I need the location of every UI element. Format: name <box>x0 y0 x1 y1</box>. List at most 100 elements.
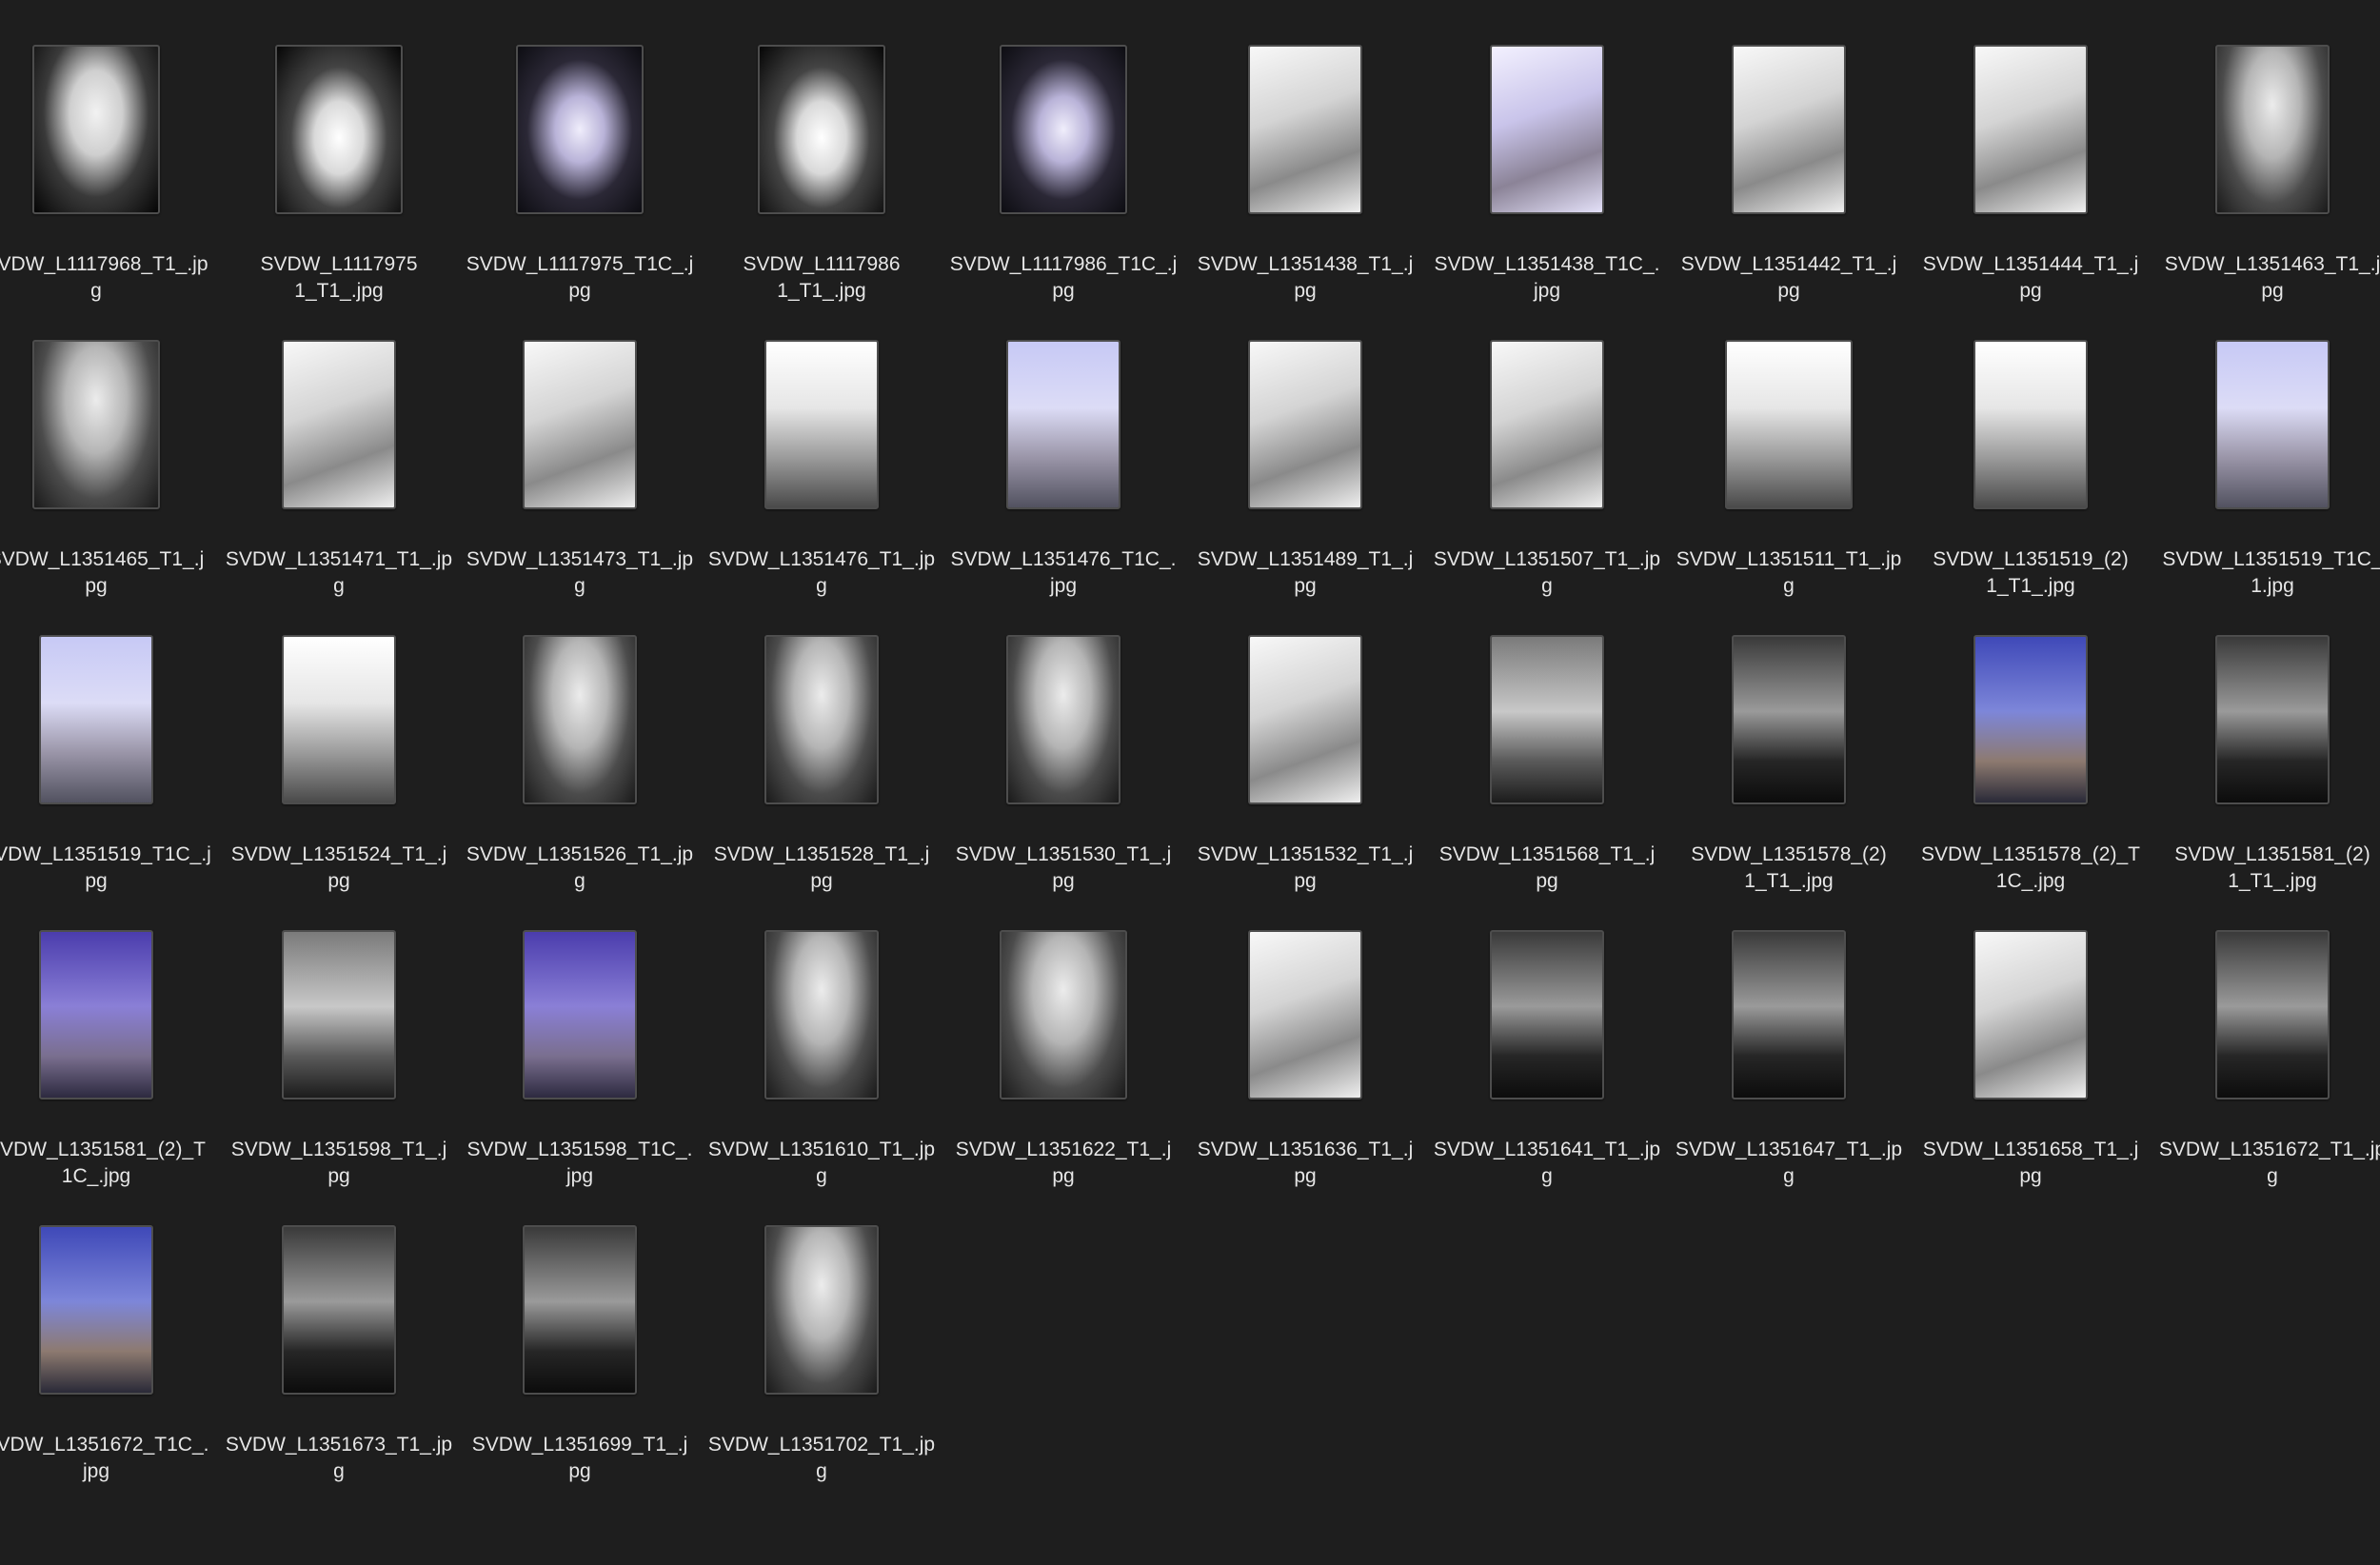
file-name-line: jpg <box>1049 575 1078 597</box>
file-item[interactable]: SVDW_L1351507_T1_.jp g <box>1426 335 1668 621</box>
file-item[interactable]: SVDW_L1117986_T1C_.j pg <box>942 40 1184 326</box>
file-item[interactable]: SVDW_L1351471_T1_.jp g <box>218 335 460 621</box>
file-name-label: SVDW_L1351578_(2)_T 1C_.jpg <box>1904 842 2157 895</box>
file-item[interactable]: SVDW_L1351530_T1_.j pg <box>942 630 1184 916</box>
file-item[interactable]: SVDW_L1351581_(2)_T 1C_.jpg <box>0 925 217 1211</box>
photo-thumbnail[interactable] <box>1000 45 1127 214</box>
file-item[interactable]: SVDW_L1351673_T1_.jp g <box>218 1220 460 1506</box>
file-item[interactable]: SVDW_L1117975_T1C_.j pg <box>459 40 701 326</box>
file-item[interactable]: SVDW_L1351636_T1_.j pg <box>1184 925 1426 1211</box>
file-item[interactable]: SVDW_L1351647_T1_.jp g <box>1668 925 1910 1211</box>
photo-thumbnail[interactable] <box>39 635 153 804</box>
file-item[interactable]: SVDW_L1351473_T1_.jp g <box>459 335 701 621</box>
photo-thumbnail[interactable] <box>523 635 637 804</box>
photo-thumbnail[interactable] <box>282 930 396 1099</box>
photo-thumbnail[interactable] <box>523 930 637 1099</box>
file-item[interactable]: SVDW_L1351598_T1C_. jpg <box>459 925 701 1211</box>
file-item[interactable]: SVDW_L1351524_T1_.j pg <box>218 630 460 916</box>
file-name-line: SVDW_L1351532_T1_.j <box>1197 843 1414 865</box>
photo-thumbnail[interactable] <box>2215 45 2330 214</box>
file-name-line: 1C_.jpg <box>1995 870 2066 892</box>
photo-thumbnail[interactable] <box>1248 45 1362 214</box>
thumbnail-container <box>0 630 217 809</box>
photo-thumbnail[interactable] <box>2215 930 2330 1099</box>
file-item[interactable]: SVDW_L1351568_T1_.j pg <box>1426 630 1668 916</box>
photo-thumbnail[interactable] <box>1973 340 2088 509</box>
photo-thumbnail[interactable] <box>1000 930 1127 1099</box>
photo-thumbnail[interactable] <box>523 1225 637 1395</box>
photo-thumbnail[interactable] <box>282 635 396 804</box>
file-name-line: pg <box>1777 280 1800 302</box>
photo-thumbnail[interactable] <box>39 1225 153 1395</box>
file-item[interactable]: SVDW_L1351476_T1_.jp g <box>701 335 942 621</box>
photo-thumbnail[interactable] <box>764 340 879 509</box>
photo-thumbnail[interactable] <box>1006 635 1121 804</box>
photo-thumbnail[interactable] <box>1973 45 2088 214</box>
file-item[interactable]: SVDW_L1351622_T1_.j pg <box>942 925 1184 1211</box>
file-item[interactable]: SVDW_L1351465_T1_.j pg <box>0 335 217 621</box>
file-item[interactable]: SVDW_L1117968_T1_.jp g <box>0 40 217 326</box>
photo-thumbnail[interactable] <box>764 930 879 1099</box>
file-item[interactable]: SVDW_L1351578_(2)_T 1C_.jpg <box>1910 630 2152 916</box>
photo-thumbnail[interactable] <box>32 45 160 214</box>
photo-thumbnail[interactable] <box>1732 930 1846 1099</box>
file-item[interactable]: SVDW_L1351463_T1_.j pg <box>2152 40 2380 326</box>
file-item[interactable]: SVDW_L1117975 1_T1_.jpg <box>218 40 460 326</box>
photo-thumbnail[interactable] <box>1725 340 1853 509</box>
photo-thumbnail[interactable] <box>1490 635 1604 804</box>
file-item[interactable]: SVDW_L1351438_T1C_. jpg <box>1426 40 1668 326</box>
photo-thumbnail[interactable] <box>2215 635 2330 804</box>
file-item[interactable]: SVDW_L1117986 1_T1_.jpg <box>701 40 942 326</box>
photo-thumbnail[interactable] <box>282 1225 396 1395</box>
photo-thumbnail[interactable] <box>39 930 153 1099</box>
file-item[interactable]: SVDW_L1351702_T1_.jp g <box>701 1220 942 1506</box>
photo-thumbnail[interactable] <box>1490 45 1604 214</box>
photo-thumbnail[interactable] <box>2215 340 2330 509</box>
file-item[interactable]: SVDW_L1351519_T1C_ 1.jpg <box>2152 335 2380 621</box>
photo-thumbnail[interactable] <box>1732 45 1846 214</box>
photo-thumbnail[interactable] <box>1006 340 1121 509</box>
photo-thumbnail[interactable] <box>764 1225 879 1395</box>
file-item[interactable]: SVDW_L1351699_T1_.j pg <box>459 1220 701 1506</box>
photo-thumbnail[interactable] <box>32 340 160 509</box>
file-name-line: SVDW_L1351598_T1_.j <box>230 1139 447 1160</box>
file-item[interactable]: SVDW_L1351578_(2) 1_T1_.jpg <box>1668 630 1910 916</box>
file-name-line: pg <box>810 870 833 892</box>
photo-thumbnail[interactable] <box>1248 340 1362 509</box>
photo-thumbnail[interactable] <box>764 635 879 804</box>
file-name-label: SVDW_L1351581_(2) 1_T1_.jpg <box>2146 842 2380 895</box>
thumbnail-container <box>1426 925 1668 1104</box>
file-item[interactable]: SVDW_L1351511_T1_.jp g <box>1668 335 1910 621</box>
photo-thumbnail[interactable] <box>1248 930 1362 1099</box>
photo-thumbnail[interactable] <box>1973 635 2088 804</box>
file-item[interactable]: SVDW_L1351610_T1_.jp g <box>701 925 942 1211</box>
file-item[interactable]: SVDW_L1351489_T1_.j pg <box>1184 335 1426 621</box>
file-item[interactable]: SVDW_L1351641_T1_.jp g <box>1426 925 1668 1211</box>
photo-thumbnail[interactable] <box>1248 635 1362 804</box>
file-item[interactable]: SVDW_L1351598_T1_.j pg <box>218 925 460 1211</box>
file-name-line: pg <box>2019 1165 2042 1187</box>
photo-thumbnail[interactable] <box>1490 340 1604 509</box>
photo-thumbnail[interactable] <box>282 340 396 509</box>
file-item[interactable]: SVDW_L1351519_(2) 1_T1_.jpg <box>1910 335 2152 621</box>
photo-thumbnail[interactable] <box>275 45 403 214</box>
file-item[interactable]: SVDW_L1351526_T1_.jp g <box>459 630 701 916</box>
photo-thumbnail[interactable] <box>523 340 637 509</box>
photo-thumbnail[interactable] <box>516 45 644 214</box>
photo-thumbnail[interactable] <box>758 45 885 214</box>
file-item[interactable]: SVDW_L1351476_T1C_. jpg <box>942 335 1184 621</box>
file-item[interactable]: SVDW_L1351532_T1_.j pg <box>1184 630 1426 916</box>
file-item[interactable]: SVDW_L1351672_T1C_. jpg <box>0 1220 217 1506</box>
photo-thumbnail[interactable] <box>1973 930 2088 1099</box>
file-item[interactable]: SVDW_L1351438_T1_.j pg <box>1184 40 1426 326</box>
photo-thumbnail[interactable] <box>1490 930 1604 1099</box>
file-item[interactable]: SVDW_L1351444_T1_.j pg <box>1910 40 2152 326</box>
photo-thumbnail[interactable] <box>1732 635 1846 804</box>
file-item[interactable]: SVDW_L1351581_(2) 1_T1_.jpg <box>2152 630 2380 916</box>
file-item[interactable]: SVDW_L1351442_T1_.j pg <box>1668 40 1910 326</box>
file-name-line: pg <box>568 280 591 302</box>
file-item[interactable]: SVDW_L1351519_T1C_.j pg <box>0 630 217 916</box>
file-item[interactable]: SVDW_L1351528_T1_.j pg <box>701 630 942 916</box>
file-item[interactable]: SVDW_L1351658_T1_.j pg <box>1910 925 2152 1211</box>
file-item[interactable]: SVDW_L1351672_T1_.jp g <box>2152 925 2380 1211</box>
